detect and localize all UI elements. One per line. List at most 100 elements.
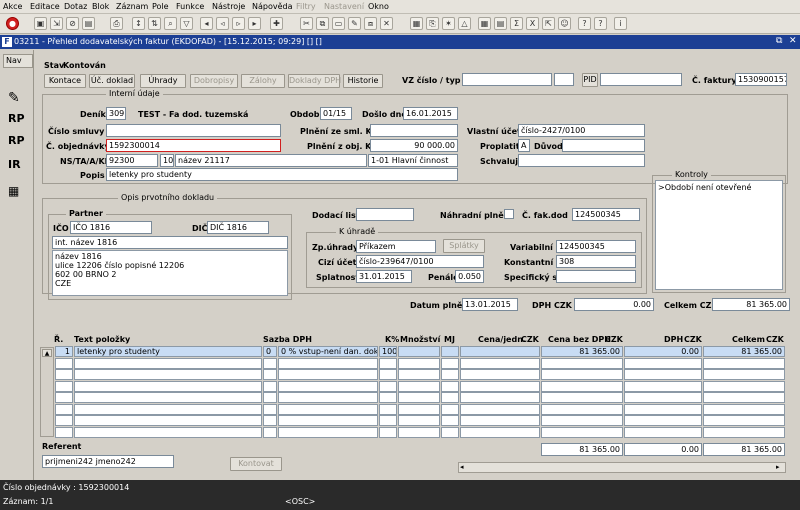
denik-field[interactable]: 309 xyxy=(106,107,126,120)
plneni-sml-field[interactable] xyxy=(370,124,458,137)
doslo-dne-field[interactable]: 16.01.2015 xyxy=(403,107,458,120)
grid-empty-cell[interactable] xyxy=(398,369,440,380)
grid-empty-cell[interactable] xyxy=(460,392,540,403)
variabilni-field[interactable]: 124500345 xyxy=(556,240,636,253)
ir-button[interactable]: IR xyxy=(8,158,30,180)
specificky-field[interactable] xyxy=(556,270,636,283)
kontace-button[interactable]: Kontace xyxy=(44,74,86,88)
grid-empty-cell[interactable] xyxy=(703,403,785,415)
print-icon[interactable]: ⎙ xyxy=(110,17,123,30)
rp-button-2[interactable]: RP xyxy=(8,134,30,156)
grid-empty-cell[interactable] xyxy=(541,357,623,369)
grid-empty-cell[interactable] xyxy=(624,415,702,426)
duplicate-icon[interactable]: ⧈ xyxy=(364,17,377,30)
grid-empty-cell[interactable] xyxy=(74,369,262,380)
prev-record-icon[interactable]: ◃ xyxy=(216,17,229,30)
row-1-mj[interactable] xyxy=(441,346,459,357)
grid-empty-cell[interactable] xyxy=(624,369,702,380)
grid-empty-cell[interactable] xyxy=(624,403,702,415)
uc-doklad-button[interactable]: Úč. doklad xyxy=(89,74,135,88)
akp-field[interactable]: 1-01 Hlavní činnost xyxy=(368,154,458,167)
cislo-smluvy-field[interactable] xyxy=(106,124,281,137)
grid-empty-cell[interactable] xyxy=(441,403,459,415)
grid-empty-cell[interactable] xyxy=(55,380,73,392)
menu-akce[interactable]: Akce xyxy=(3,2,22,11)
grid-empty-cell[interactable] xyxy=(74,403,262,415)
historie-button[interactable]: Historie xyxy=(343,74,383,88)
grid-empty-cell[interactable] xyxy=(541,369,623,380)
grid-empty-cell[interactable] xyxy=(55,426,73,438)
splatnost-field[interactable]: 31.01.2015 xyxy=(356,270,412,283)
grid-empty-cell[interactable] xyxy=(441,415,459,426)
lock-icon[interactable]: ▤ xyxy=(82,17,95,30)
address-box[interactable]: název 1816 ulice 12206 číslo popisné 122… xyxy=(52,250,288,296)
grid-empty-cell[interactable] xyxy=(624,357,702,369)
row-1-sazba[interactable]: 0 % vstup-není dan. doklad - xyxy=(278,346,378,357)
grid-empty-cell[interactable] xyxy=(460,403,540,415)
close-icon[interactable]: ✕ xyxy=(789,36,797,46)
grid-empty-cell[interactable] xyxy=(263,369,277,380)
pid-field[interactable] xyxy=(600,73,682,86)
cizi-ucet-field[interactable]: číslo-239647/0100 xyxy=(356,255,484,268)
save-icon[interactable]: ▣ xyxy=(34,17,47,30)
delete-icon[interactable]: ✕ xyxy=(380,17,393,30)
row-1-text[interactable]: letenky pro studenty xyxy=(74,346,262,357)
grid-empty-cell[interactable] xyxy=(460,369,540,380)
grid-empty-cell[interactable] xyxy=(703,415,785,426)
edit-icon[interactable]: ✎ xyxy=(348,17,361,30)
scroll-up-icon[interactable]: ▲ xyxy=(42,349,52,357)
row-1-sazba-code[interactable]: 0 xyxy=(263,346,277,357)
zalohy-button[interactable]: Zálohy xyxy=(241,74,285,88)
menu-blok[interactable]: Blok xyxy=(92,2,109,11)
pid-button[interactable]: PID xyxy=(582,73,598,87)
proplatit-field[interactable]: A xyxy=(518,139,530,152)
grid-empty-cell[interactable] xyxy=(441,392,459,403)
grid-empty-cell[interactable] xyxy=(398,357,440,369)
obdobi-field[interactable]: 01/15 xyxy=(320,107,352,120)
cislo-fak-dod-field[interactable]: 124500345 xyxy=(572,208,640,221)
konstantni-field[interactable]: 308 xyxy=(556,255,636,268)
grid-empty-cell[interactable] xyxy=(263,380,277,392)
grid-empty-cell[interactable] xyxy=(74,426,262,438)
grid-empty-cell[interactable] xyxy=(278,357,378,369)
schvaluje-field[interactable] xyxy=(518,154,645,167)
grid-empty-cell[interactable] xyxy=(703,357,785,369)
row-1-celkem[interactable]: 81 365.00 xyxy=(703,346,785,357)
grid-empty-cell[interactable] xyxy=(278,392,378,403)
sort-icon[interactable]: ↕ xyxy=(132,17,145,30)
grid-empty-cell[interactable] xyxy=(278,380,378,392)
warning-icon[interactable]: △ xyxy=(458,17,471,30)
udoky-icon[interactable]: ▦ xyxy=(8,184,30,206)
row-1-mnozstvi[interactable] xyxy=(398,346,440,357)
dobropisy-button[interactable]: Dobropisy xyxy=(190,74,238,88)
grid-empty-cell[interactable] xyxy=(379,426,397,438)
grid-empty-cell[interactable] xyxy=(74,392,262,403)
menu-filtry[interactable]: Filtry xyxy=(296,2,316,11)
grid-empty-cell[interactable] xyxy=(624,392,702,403)
new-record-icon[interactable]: ✚ xyxy=(270,17,283,30)
doklady-dph-button[interactable]: Doklady DPH xyxy=(288,74,341,88)
grid-empty-cell[interactable] xyxy=(398,392,440,403)
referent-field[interactable]: prijmeni242 jmeno242 xyxy=(42,455,174,468)
grid-empty-cell[interactable] xyxy=(55,357,73,369)
duvod-field[interactable] xyxy=(562,139,645,152)
cislo-faktury-field[interactable]: 1530900157 xyxy=(735,73,787,86)
row-1-kp[interactable]: 100 xyxy=(379,346,397,357)
grid-empty-cell[interactable] xyxy=(441,369,459,380)
grid-empty-cell[interactable] xyxy=(398,380,440,392)
copy-icon[interactable]: ⧉ xyxy=(316,17,329,30)
grid-empty-cell[interactable] xyxy=(55,415,73,426)
menu-nastroje[interactable]: Nástroje xyxy=(212,2,245,11)
grid-empty-cell[interactable] xyxy=(379,415,397,426)
grid-empty-cell[interactable] xyxy=(624,380,702,392)
cut-icon[interactable]: ✂ xyxy=(300,17,313,30)
dodaci-list-field[interactable] xyxy=(356,208,414,221)
grid-empty-cell[interactable] xyxy=(703,426,785,438)
calendar-icon[interactable]: ▦ xyxy=(410,17,423,30)
sum-icon[interactable]: Σ xyxy=(510,17,523,30)
cislo-objednavky-field[interactable]: 1592300014 xyxy=(106,139,281,152)
grid-empty-cell[interactable] xyxy=(55,392,73,403)
grid-empty-cell[interactable] xyxy=(441,426,459,438)
grid-empty-cell[interactable] xyxy=(379,357,397,369)
grid-empty-cell[interactable] xyxy=(441,380,459,392)
